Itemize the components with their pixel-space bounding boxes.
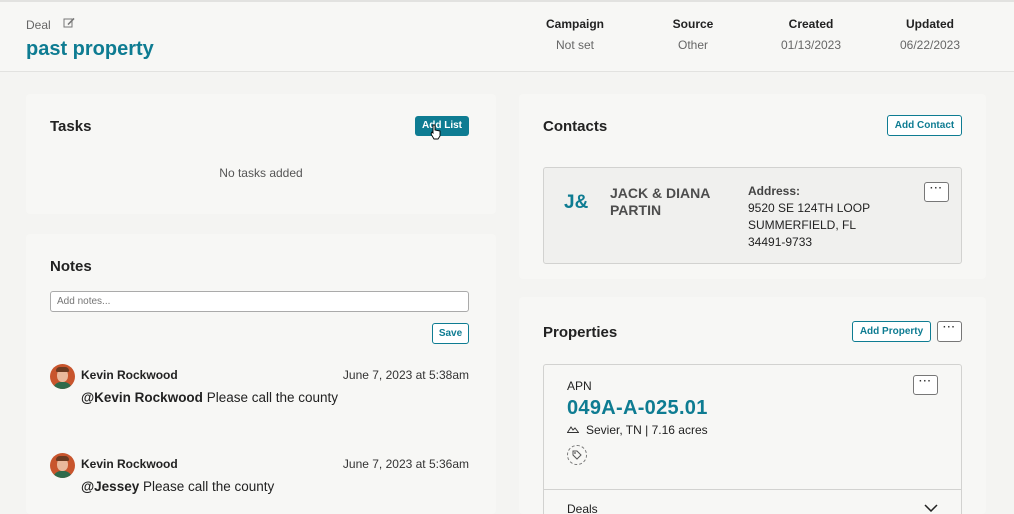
deals-label[interactable]: Deals — [567, 502, 598, 514]
meta-campaign: Campaign Not set — [525, 17, 625, 52]
meta-source: Source Other — [643, 17, 743, 52]
contacts-card: Contacts Add Contact J& JACK & DIANA PAR… — [519, 94, 986, 279]
pointer-cursor-icon — [430, 124, 441, 140]
address-line: SUMMERFIELD, FL — [748, 218, 857, 232]
apn-value[interactable]: 049A-A-025.01 — [567, 397, 708, 420]
add-contact-button[interactable]: Add Contact — [887, 115, 962, 136]
meta-created: Created 01/13/2023 — [761, 17, 861, 52]
property-more-button[interactable]: ··· — [913, 375, 938, 395]
meta-updated: Updated 06/22/2023 — [880, 17, 980, 52]
meta-key: Updated — [906, 17, 954, 31]
add-property-button[interactable]: Add Property — [852, 321, 931, 342]
note-mention[interactable]: @Jessey — [81, 479, 139, 494]
save-button[interactable]: Save — [432, 323, 469, 344]
address-line: 9520 SE 124TH LOOP — [748, 201, 871, 215]
add-list-button[interactable]: Add List — [415, 116, 469, 136]
meta-key: Campaign — [545, 17, 604, 31]
deal-title: past property — [26, 38, 154, 60]
divider — [544, 489, 961, 490]
chevron-down-icon[interactable] — [924, 504, 938, 512]
note-time: June 7, 2023 at 5:38am — [342, 368, 469, 382]
property-card[interactable]: APN 049A-A-025.01 Sevier, TN | 7.16 acre… — [543, 364, 962, 514]
notes-title: Notes — [50, 258, 92, 275]
tasks-title: Tasks — [50, 118, 92, 135]
meta-value: Not set — [555, 38, 594, 52]
apn-label: APN — [567, 379, 592, 393]
note-mention[interactable]: @Kevin Rockwood — [81, 390, 203, 405]
mountain-icon — [567, 426, 579, 433]
notes-input[interactable] — [50, 291, 469, 312]
properties-more-button[interactable]: ··· — [937, 321, 962, 342]
tasks-empty-text: No tasks added — [219, 166, 303, 180]
note-text: @Kevin Rockwood Please call the county — [81, 390, 338, 405]
contacts-title: Contacts — [543, 118, 608, 135]
contact-card[interactable]: J& JACK & DIANA PARTIN Address: 9520 SE … — [543, 167, 962, 264]
address-line: 34491-9733 — [748, 235, 813, 249]
note-author: Kevin Rockwood — [81, 368, 178, 382]
tasks-card: Tasks Add List No tasks added — [26, 94, 496, 214]
edit-icon[interactable] — [63, 17, 75, 29]
note-body: Please call the county — [139, 479, 275, 494]
property-location: Sevier, TN | 7.16 acres — [586, 423, 708, 437]
properties-title: Properties — [543, 324, 618, 341]
meta-value: Other — [677, 38, 708, 52]
address-label: Address: — [748, 184, 801, 198]
notes-card: Notes Save Kevin Rockwood June 7, 2023 a… — [26, 234, 496, 514]
properties-card: Properties Add Property ··· APN 049A-A-0… — [519, 297, 986, 514]
meta-value: 06/22/2023 — [899, 38, 961, 52]
note-body: Please call the county — [202, 390, 339, 405]
deal-header: Deal past property Campaign Not set Sour… — [0, 0, 1014, 72]
meta-value: 01/13/2023 — [780, 38, 842, 52]
note-author: Kevin Rockwood — [81, 457, 178, 471]
contact-name[interactable]: JACK & DIANA PARTIN — [610, 185, 730, 219]
meta-key: Created — [788, 17, 834, 31]
deal-label: Deal — [26, 18, 51, 32]
contact-initials: J& — [564, 192, 589, 213]
note-time: June 7, 2023 at 5:36am — [342, 457, 469, 471]
tag-icon[interactable] — [567, 445, 587, 465]
contact-more-button[interactable]: ··· — [924, 182, 949, 202]
avatar — [50, 453, 75, 478]
avatar — [50, 364, 75, 389]
meta-key: Source — [672, 17, 714, 31]
note-text: @Jessey Please call the county — [81, 479, 274, 494]
